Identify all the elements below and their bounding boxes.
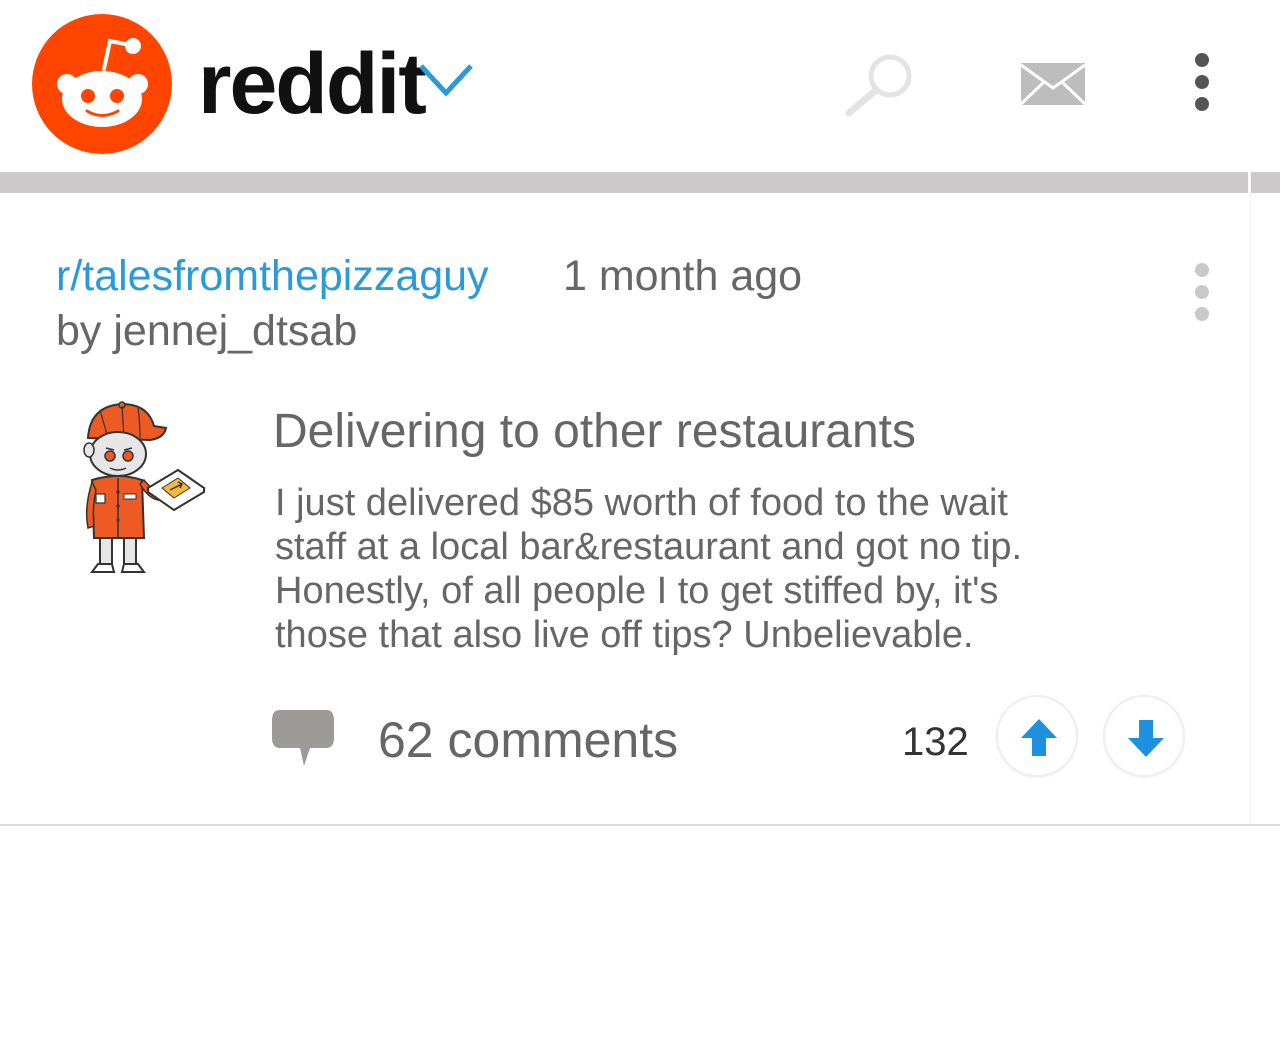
app-header: reddit	[0, 0, 1280, 172]
mail-icon[interactable]	[1020, 62, 1086, 106]
post-body[interactable]: I just delivered $85 worth of food to th…	[275, 481, 1175, 657]
post-author[interactable]: by jennej_dtsab	[56, 305, 357, 357]
app-wordmark: reddit	[198, 36, 427, 132]
vote-score: 132	[902, 720, 969, 764]
subreddit-link[interactable]: r/talesfromthepizzaguy	[56, 250, 489, 302]
reddit-logo[interactable]	[32, 14, 172, 154]
downvote-button[interactable]	[1103, 695, 1185, 777]
post-body-line: staff at a local bar&restaurant and got …	[275, 526, 1023, 568]
upvote-button[interactable]	[996, 695, 1078, 777]
card-divider	[0, 824, 1280, 826]
chevron-down-icon[interactable]	[418, 62, 474, 98]
card-edge	[1250, 193, 1251, 824]
pizza-guy-avatar	[83, 401, 206, 573]
post-body-line: I just delivered $85 worth of food to th…	[275, 482, 1008, 524]
post-more-options-icon[interactable]	[1188, 262, 1216, 324]
comment-icon[interactable]	[270, 706, 336, 770]
post-body-line: Honestly, of all people I to get stiffed…	[275, 570, 999, 612]
downvote-arrow-icon	[1128, 720, 1164, 757]
header-divider	[0, 172, 1280, 193]
post-body-line: those that also live off tips? Unbelieva…	[275, 614, 974, 656]
post-title[interactable]: Delivering to other restaurants	[273, 404, 916, 460]
more-options-icon[interactable]	[1188, 52, 1216, 114]
comments-link[interactable]: 62 comments	[378, 710, 678, 770]
search-icon[interactable]	[842, 52, 916, 118]
upvote-arrow-icon	[1021, 719, 1057, 756]
post-time: 1 month ago	[563, 252, 803, 300]
